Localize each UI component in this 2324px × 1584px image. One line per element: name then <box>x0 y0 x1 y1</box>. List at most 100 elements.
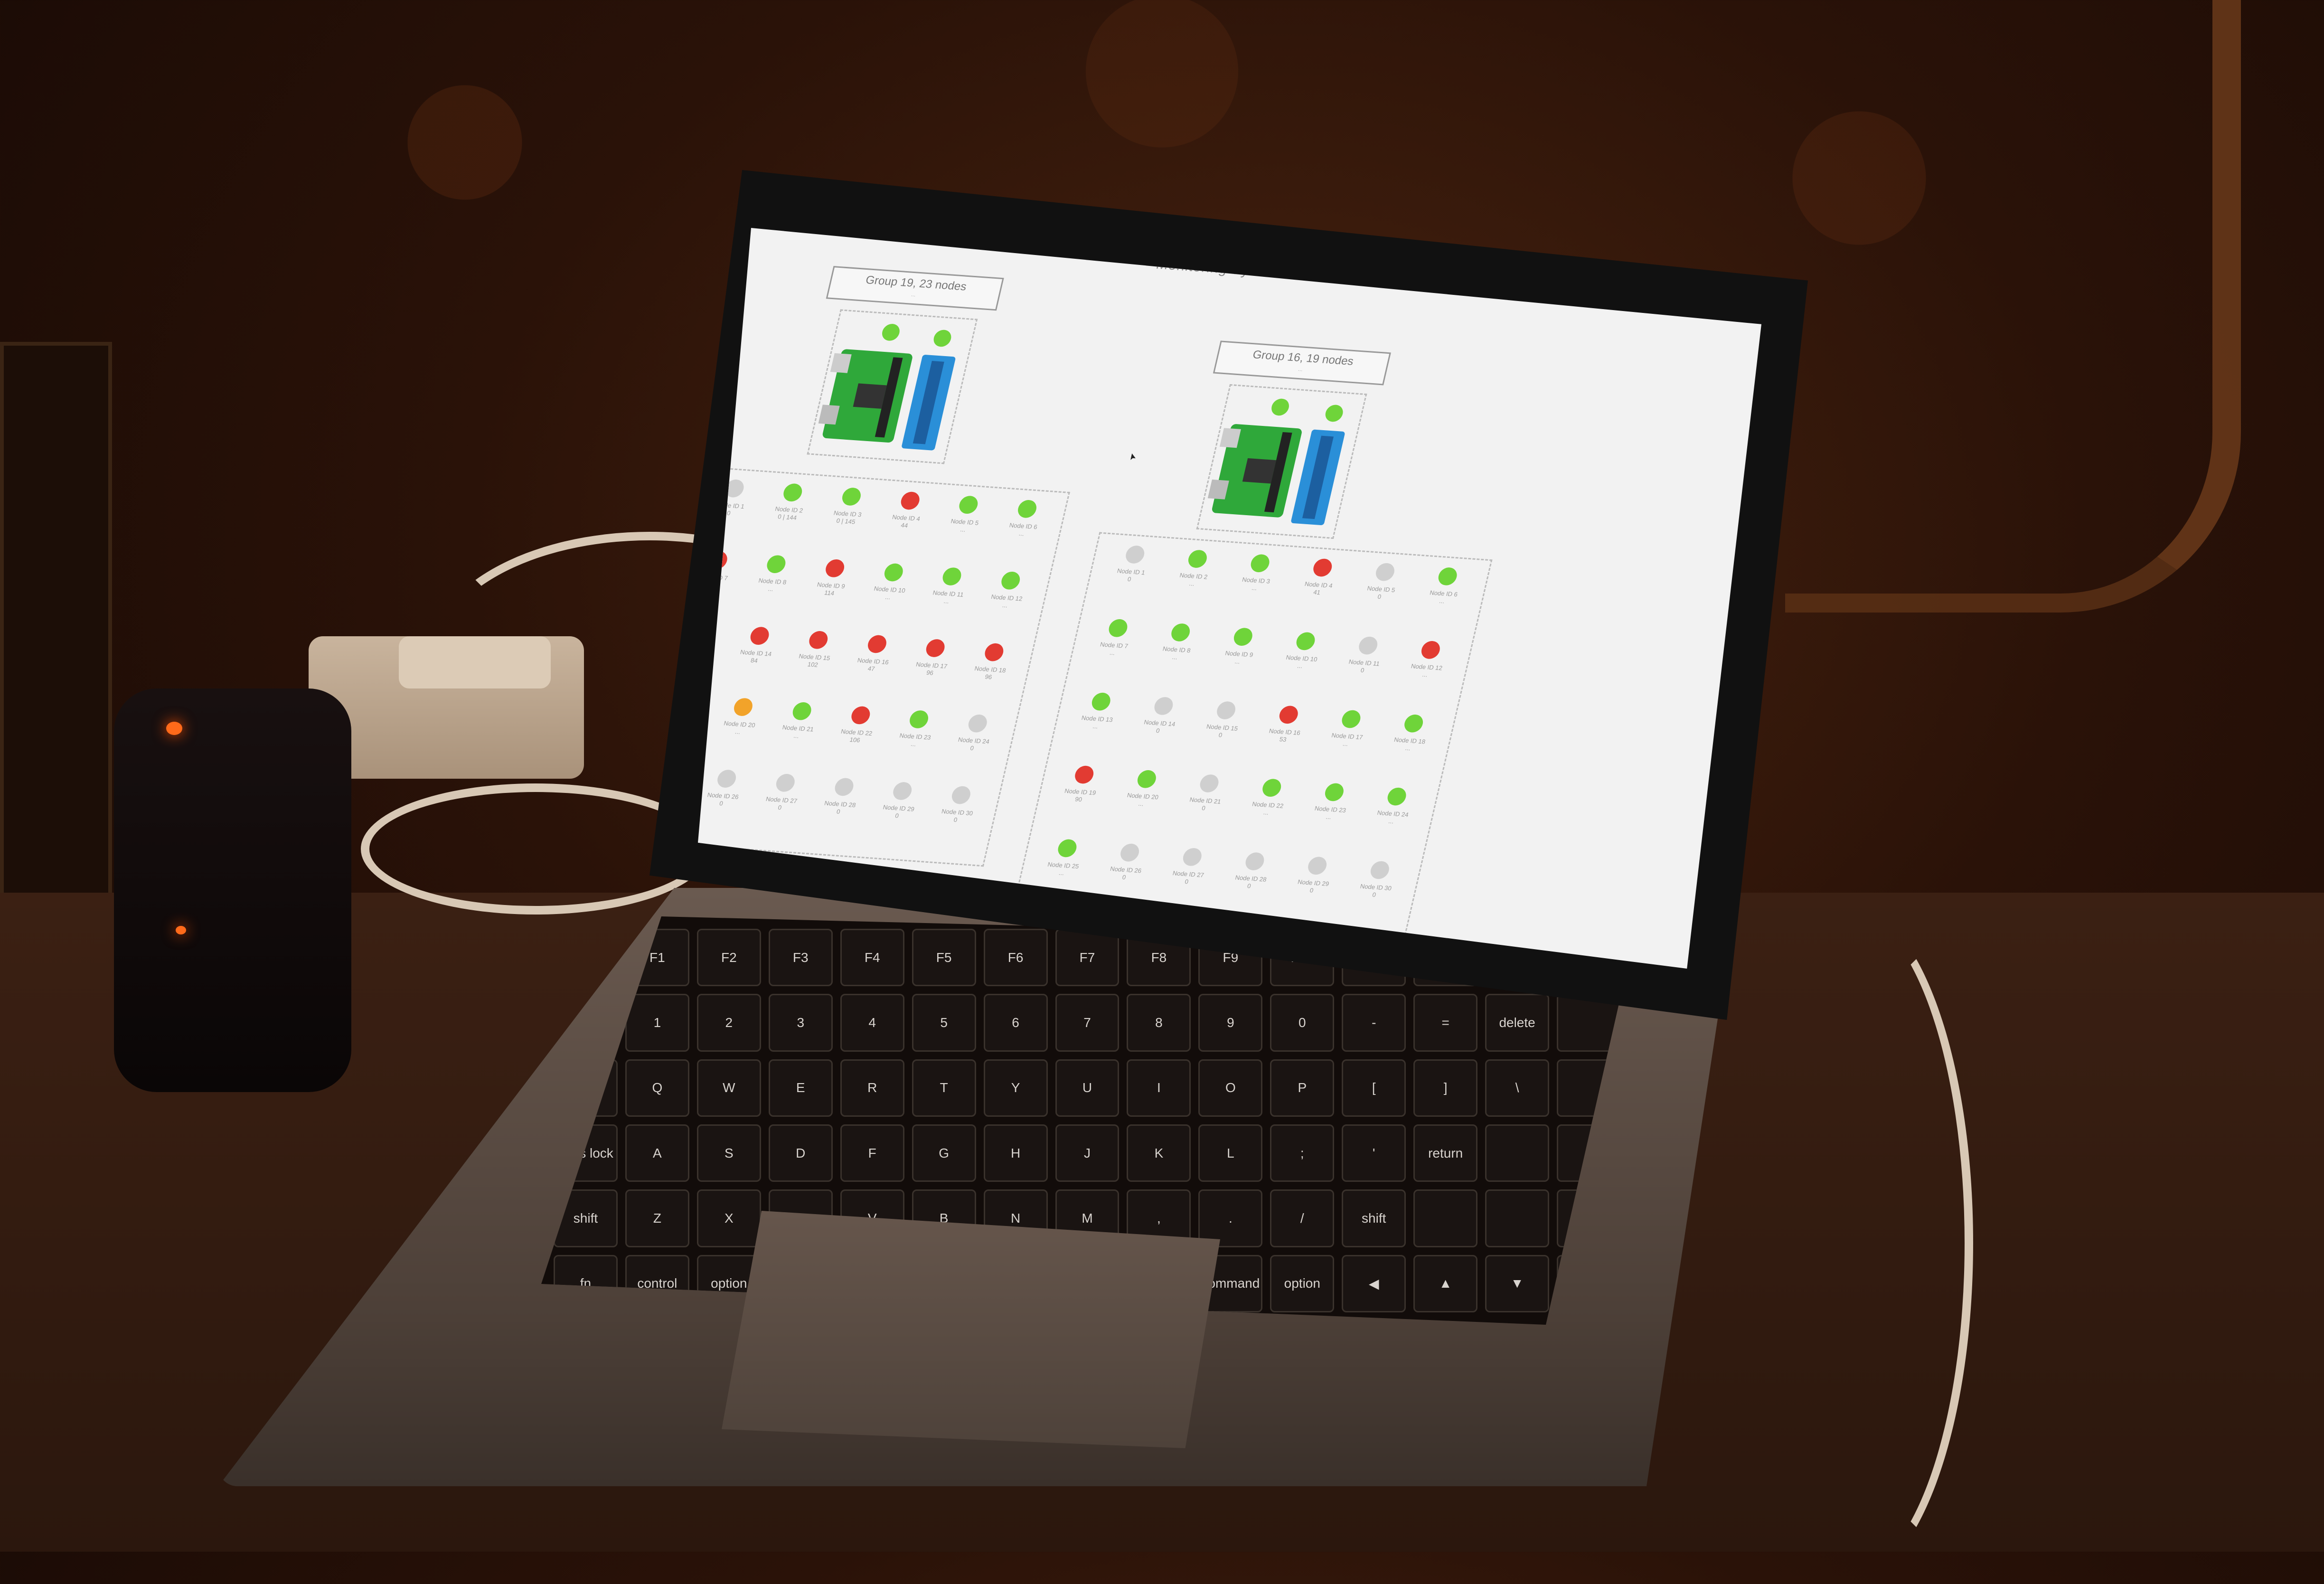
node-status-dot <box>1243 852 1266 871</box>
keyboard-key[interactable]: F7 <box>1055 929 1120 987</box>
node-value: 0 <box>1121 873 1127 881</box>
keyboard-key[interactable]: 8 <box>1127 994 1191 1052</box>
node-status-dot <box>1232 627 1254 647</box>
node-label: Node ID 5 <box>950 517 979 527</box>
node-status-dot <box>1249 554 1271 573</box>
keyboard-key[interactable]: 6 <box>983 994 1048 1052</box>
node-value: 114 <box>823 589 835 597</box>
keyboard-key[interactable]: T <box>912 1059 976 1117</box>
node-status-dot <box>765 554 788 574</box>
keyboard-key[interactable]: O <box>1198 1059 1263 1117</box>
node-value: 0 | 145 <box>836 517 856 526</box>
node-status-dot <box>1186 549 1209 569</box>
keyboard-key[interactable]: Q <box>625 1059 689 1117</box>
keyboard-key[interactable]: X <box>696 1189 761 1247</box>
keyboard-key[interactable]: F5 <box>912 929 976 987</box>
picture-frame <box>1785 0 2241 613</box>
node-label: Node ID 3 <box>1241 575 1271 585</box>
keyboard-key[interactable]: Z <box>625 1189 689 1247</box>
keyboard-key[interactable]: ▲ <box>1413 1254 1478 1312</box>
hardware-panel <box>1196 384 1367 539</box>
keyboard-key[interactable]: - <box>1342 994 1406 1052</box>
keyboard-key[interactable]: 2 <box>696 994 761 1052</box>
keyboard-key[interactable]: L <box>1198 1124 1263 1182</box>
keyboard-key[interactable]: ◀ <box>1342 1254 1406 1312</box>
keyboard-key[interactable]: Y <box>983 1059 1048 1117</box>
keyboard-key[interactable]: E <box>768 1059 833 1117</box>
keyboard-key[interactable]: 4 <box>840 994 904 1052</box>
node-status-dot <box>924 638 947 658</box>
node-status-dot <box>1369 860 1391 880</box>
node-status-dot <box>833 777 856 797</box>
node-status-dot <box>1073 765 1095 785</box>
keyboard-key[interactable]: [ <box>1342 1059 1406 1117</box>
keyboard-key[interactable]: return <box>1413 1124 1478 1182</box>
keyboard-key[interactable] <box>1485 1124 1550 1182</box>
ethernet-port <box>1207 479 1229 500</box>
node-status-dot <box>715 769 738 789</box>
node-status-dot <box>732 698 755 717</box>
node-status-dot <box>749 626 771 645</box>
keyboard-key[interactable]: F4 <box>840 929 904 987</box>
recorder-device <box>114 688 351 1092</box>
module-strip <box>913 361 944 444</box>
keyboard-key[interactable]: 0 <box>1270 994 1335 1052</box>
node-value: ... <box>1138 800 1145 808</box>
keyboard-key[interactable]: F3 <box>768 929 833 987</box>
node-value: ... <box>1296 662 1304 669</box>
node-value: ... <box>1018 529 1025 537</box>
keyboard-key[interactable]: J <box>1055 1124 1120 1182</box>
keyboard-key[interactable]: ' <box>1342 1124 1406 1182</box>
keyboard-key[interactable]: W <box>696 1059 761 1117</box>
keyboard-key[interactable]: U <box>1055 1059 1120 1117</box>
keyboard-key[interactable]: / <box>1270 1189 1335 1247</box>
keyboard-key[interactable]: P <box>1270 1059 1335 1117</box>
node-value: 84 <box>750 656 759 664</box>
keyboard-key[interactable] <box>1413 1189 1478 1247</box>
keyboard-key[interactable]: 7 <box>1055 994 1120 1052</box>
node-value: ... <box>1404 744 1411 752</box>
keyboard-key[interactable]: S <box>696 1124 761 1182</box>
status-dot <box>880 323 902 341</box>
keyboard-key[interactable]: shift <box>1342 1189 1406 1247</box>
keyboard-key[interactable]: H <box>983 1124 1048 1182</box>
node-value: 0 <box>1377 593 1382 601</box>
trackpad[interactable] <box>722 1211 1220 1448</box>
node-value: 0 <box>1246 882 1252 890</box>
keyboard-key[interactable]: G <box>912 1124 976 1182</box>
node-label: Node ID 7 <box>1099 641 1129 650</box>
keyboard-key[interactable]: 3 <box>768 994 833 1052</box>
node-value: 0 <box>969 745 975 752</box>
keyboard-key[interactable]: K <box>1127 1124 1191 1182</box>
group-header: Group 16, 19 nodes ... <box>1213 340 1391 386</box>
keyboard-key[interactable]: D <box>768 1124 833 1182</box>
node-value: ... <box>1109 649 1116 657</box>
node-status-dot <box>1402 714 1425 733</box>
keyboard-key[interactable]: R <box>840 1059 904 1117</box>
status-dot <box>931 329 953 348</box>
keyboard-key[interactable]: 1 <box>625 994 689 1052</box>
node-status-dot <box>1181 847 1204 867</box>
keyboard-key[interactable]: F6 <box>983 929 1048 987</box>
keyboard-key[interactable]: I <box>1127 1059 1191 1117</box>
keyboard-key[interactable]: delete <box>1485 994 1550 1052</box>
keyboard-key[interactable]: 5 <box>912 994 976 1052</box>
node-value: ... <box>1234 658 1241 665</box>
keyboard-key[interactable] <box>1485 1189 1550 1247</box>
node-value: ... <box>1171 653 1178 661</box>
keyboard-key[interactable]: ] <box>1413 1059 1478 1117</box>
keyboard-key[interactable]: F <box>840 1124 904 1182</box>
keyboard-key[interactable]: 9 <box>1198 994 1263 1052</box>
ethernet-port <box>818 405 840 425</box>
keyboard-key[interactable]: = <box>1413 994 1478 1052</box>
node-status-dot <box>1436 566 1459 586</box>
keyboard-key[interactable]: A <box>625 1124 689 1182</box>
keyboard-key[interactable]: \ <box>1485 1059 1550 1117</box>
keyboard-key[interactable]: option <box>1270 1254 1335 1312</box>
keyboard-key[interactable]: F2 <box>696 929 761 987</box>
node-value: ... <box>767 585 774 593</box>
keyboard-key[interactable]: ; <box>1270 1124 1335 1182</box>
keyboard-key[interactable]: ▼ <box>1485 1254 1550 1312</box>
node-value: 0 <box>1360 666 1365 674</box>
node-status-dot <box>1124 545 1147 564</box>
